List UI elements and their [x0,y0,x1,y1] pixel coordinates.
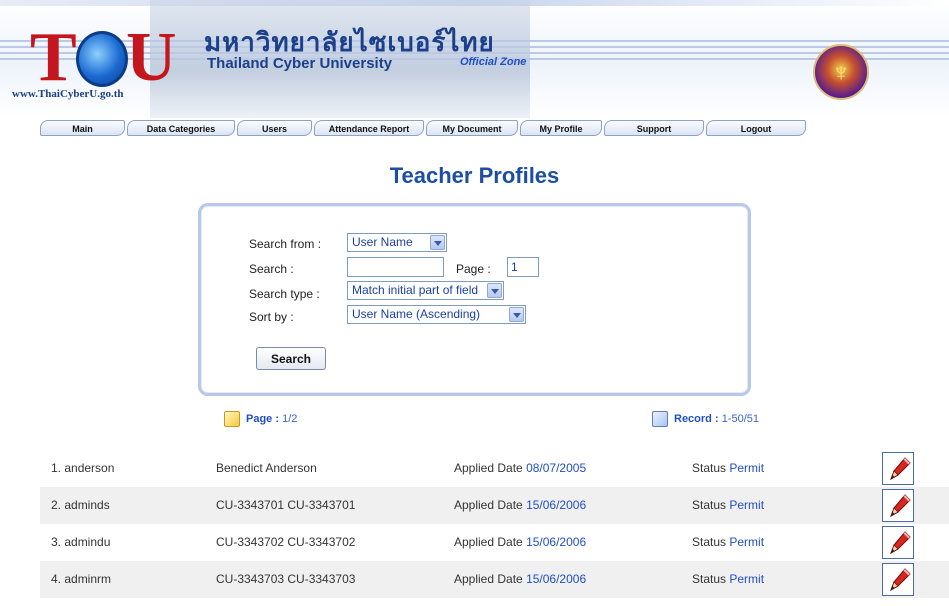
nav-attendance-report[interactable]: Attendance Report [314,120,424,136]
search-from-select[interactable]: User Name [347,233,447,252]
logo-letter-t: T [30,19,77,96]
row-fullname: CU-3343701 CU-3343701 [216,498,356,512]
sort-by-value: User Name (Ascending) [352,307,481,321]
search-type-value: Match initial part of field [352,283,479,297]
sort-by-label: Sort by : [249,310,294,324]
row-status-value[interactable]: Permit [729,498,764,512]
page-note-icon [224,411,240,427]
edit-pencil-icon[interactable] [882,526,914,559]
edit-pencil-icon[interactable] [882,563,914,596]
nav-main[interactable]: Main [40,120,125,136]
record-indicator: Record : 1-50/51 [652,411,792,429]
row-status: Status Permit [692,498,764,512]
search-input[interactable] [347,257,444,277]
row-status-label: Status [692,461,727,475]
table-row: 4. adminrm CU-3343703 CU-3343703 Applied D… [40,561,949,598]
row-fullname: CU-3343702 CU-3343702 [216,535,356,549]
row-applied-date: 15/06/2006 [526,572,587,586]
row-status-value[interactable]: Permit [729,461,764,475]
record-value: 1-50/51 [721,413,759,425]
row-applied-date: 15/06/2006 [526,498,587,512]
row-applied-label: Applied Date [454,572,523,586]
record-indicator-text: Record : 1-50/51 [674,413,759,425]
record-key: Record : [674,413,719,425]
row-applied-label: Applied Date [454,498,523,512]
row-status-label: Status [692,572,727,586]
row-fullname: Benedict Anderson [216,461,317,475]
row-applied-date: 08/07/2005 [526,461,587,475]
emblem-glyph-icon: ♆ [831,57,851,87]
nav-my-document[interactable]: My Document [426,120,518,136]
row-status-label: Status [692,535,727,549]
row-fullname: CU-3343703 CU-3343703 [216,572,356,586]
row-applied-label: Applied Date [454,461,523,475]
search-type-select[interactable]: Match initial part of field [347,281,504,300]
nav-support[interactable]: Support [604,120,704,136]
page-value: 1/2 [282,413,298,425]
edit-pencil-icon[interactable] [882,489,914,522]
row-status: Status Permit [692,572,764,586]
chevron-down-icon [487,283,502,298]
page: T U www.ThaiCyberU.go.th มหาวิทยาลัยไซเบ… [0,0,949,606]
record-note-icon [652,411,668,427]
sort-by-select[interactable]: User Name (Ascending) [347,305,526,324]
row-applied-label: Applied Date [454,535,523,549]
university-english-name: Thailand Cyber University [207,55,393,72]
nav-users[interactable]: Users [237,120,312,136]
official-zone-label: Official Zone [460,56,527,68]
search-label: Search : [249,262,294,276]
row-username[interactable]: 3. admindu [51,535,110,549]
row-applied: Applied Date 15/06/2006 [454,572,586,586]
row-username[interactable]: 1. anderson [51,461,114,475]
nav-my-profile[interactable]: My Profile [520,120,602,136]
main-navigation: Main Data Categories Users Attendance Re… [40,120,840,136]
row-status-label: Status [692,498,727,512]
search-type-label: Search type : [249,287,320,301]
page-title: Teacher Profiles [389,163,560,188]
edit-pencil-icon[interactable] [882,452,914,485]
tcu-logo[interactable]: T U [30,19,177,96]
row-applied: Applied Date 15/06/2006 [454,535,586,549]
logo-letter-u: U [126,19,177,96]
search-panel: Search from : User Name Search : Page : … [198,203,751,396]
logo-globe-icon [76,31,128,87]
row-status: Status Permit [692,535,764,549]
row-applied-date: 15/06/2006 [526,535,587,549]
row-username[interactable]: 2. adminds [51,498,110,512]
row-status: Status Permit [692,461,764,475]
table-row: 1. anderson Benedict Anderson Applied Date… [40,450,949,487]
nav-logout[interactable]: Logout [706,120,806,136]
search-button[interactable]: Search [256,347,326,370]
chevron-down-icon [509,307,524,322]
table-row: 2. adminds CU-3343701 CU-3343701 Applied D… [40,487,949,524]
table-row: 3. admindu CU-3343702 CU-3343702 Applied D… [40,524,949,561]
site-header: T U www.ThaiCyberU.go.th มหาวิทยาลัยไซเบ… [0,0,949,118]
university-emblem-icon: ♆ [813,44,869,100]
page-input[interactable]: 1 [507,257,539,277]
row-status-value[interactable]: Permit [729,535,764,549]
nav-data-categories[interactable]: Data Categories [127,120,235,136]
page-key: Page : [246,413,280,425]
search-from-value: User Name [352,235,413,249]
page-indicator: Page : 1/2 [224,411,364,429]
chevron-down-icon [430,235,445,250]
row-applied: Applied Date 08/07/2005 [454,461,586,475]
page-indicator-text: Page : 1/2 [246,413,297,425]
row-username[interactable]: 4. adminrm [51,572,111,586]
site-url: www.ThaiCyberU.go.th [12,88,124,100]
row-applied: Applied Date 15/06/2006 [454,498,586,512]
search-from-label: Search from : [249,237,322,251]
page-label: Page : [456,262,491,276]
row-status-value[interactable]: Permit [729,572,764,586]
